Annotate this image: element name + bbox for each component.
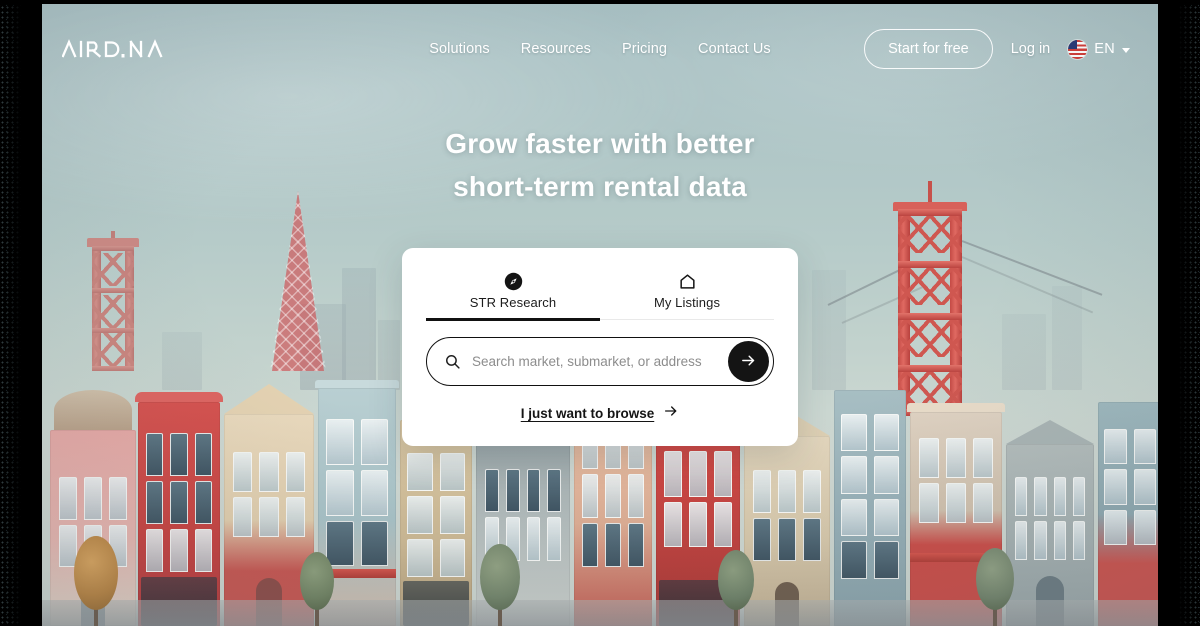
nav-item-pricing[interactable]: Pricing — [622, 41, 667, 57]
search-bar — [426, 337, 774, 386]
browser-window: Solutions Resources Pricing Contact Us S… — [0, 0, 1200, 626]
search-submit-button[interactable] — [728, 341, 769, 382]
hero-headline: Grow faster with better short-term renta… — [42, 122, 1158, 208]
home-icon — [600, 270, 774, 292]
hero-section: Grow faster with better short-term renta… — [42, 122, 1158, 208]
us-flag-icon — [1068, 39, 1088, 59]
webpage-viewport: Solutions Resources Pricing Contact Us S… — [42, 4, 1158, 626]
main-navigation: Solutions Resources Pricing Contact Us — [429, 41, 771, 57]
log-in-link[interactable]: Log in — [1011, 41, 1051, 57]
tab-my-listings-label: My Listings — [653, 295, 721, 310]
browse-link-label: I just want to browse — [520, 406, 655, 421]
start-for-free-button[interactable]: Start for free — [864, 29, 993, 69]
search-card: STR Research My Listings Search market, … — [402, 248, 798, 446]
site-header: Solutions Resources Pricing Contact Us S… — [42, 4, 1158, 94]
sutro-tower — [270, 191, 326, 371]
hero-headline-line-2: short-term rental data — [453, 171, 747, 202]
airdna-logo[interactable] — [62, 38, 174, 60]
compass-icon — [426, 270, 600, 292]
nav-item-contact-us[interactable]: Contact Us — [698, 41, 771, 57]
tab-str-research-label: STR Research — [469, 295, 557, 310]
tab-my-listings[interactable]: My Listings — [600, 264, 774, 319]
nav-item-solutions[interactable]: Solutions — [429, 41, 490, 57]
airdna-logo-mark — [62, 39, 163, 58]
frame-right-edge — [1158, 0, 1200, 626]
tab-str-research[interactable]: STR Research — [426, 264, 600, 321]
frame-left-edge — [0, 0, 42, 626]
chevron-down-icon — [1121, 47, 1130, 53]
search-input[interactable] — [461, 354, 728, 369]
arrow-right-icon — [663, 403, 679, 424]
language-selector[interactable]: EN — [1068, 39, 1130, 59]
search-icon — [444, 353, 461, 370]
header-actions: Start for free Log in EN — [864, 29, 1130, 69]
browse-link[interactable]: I just want to browse — [426, 403, 774, 424]
hero-headline-line-1: Grow faster with better — [445, 128, 755, 159]
arrow-right-icon — [740, 352, 757, 372]
language-code: EN — [1094, 41, 1115, 57]
nav-item-resources[interactable]: Resources — [521, 41, 591, 57]
golden-gate-bridge-tower-far — [87, 231, 139, 371]
search-card-tabs: STR Research My Listings — [426, 264, 774, 321]
